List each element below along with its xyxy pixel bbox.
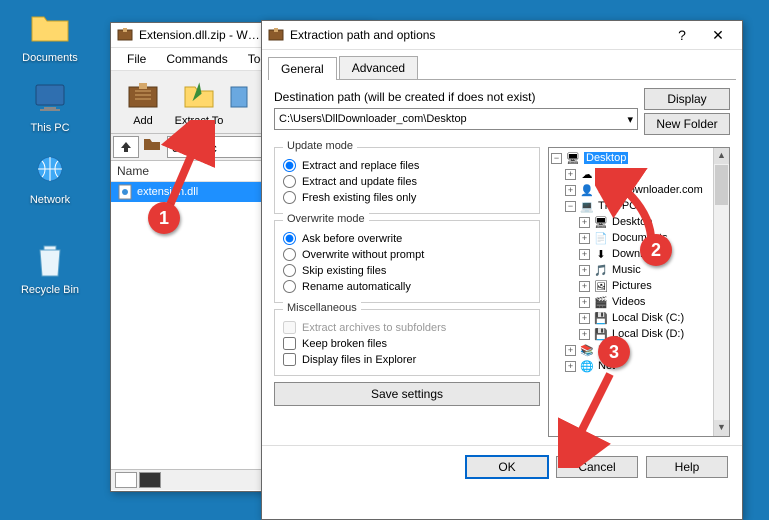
- winrar-icon: [268, 27, 284, 43]
- overwrite-mode-label: Overwrite mode: [283, 213, 369, 225]
- radio-rename-auto[interactable]: Rename automatically: [283, 280, 531, 293]
- add-icon: [125, 77, 161, 113]
- libraries-icon: 📚: [579, 343, 595, 357]
- dll-file-icon: [117, 184, 133, 200]
- radio-extract-replace[interactable]: Extract and replace files: [283, 159, 531, 172]
- desktop-icon-documents[interactable]: Documents: [12, 8, 88, 64]
- folder-icon: [30, 8, 70, 48]
- tree-pc-pictures[interactable]: +🖼Pictures: [551, 278, 727, 294]
- tab-general[interactable]: General: [268, 57, 337, 80]
- desktop-icon: 🖥: [565, 151, 581, 165]
- scroll-thumb[interactable]: [715, 165, 728, 205]
- overwrite-mode-group: Overwrite mode Ask before overwrite Over…: [274, 220, 540, 303]
- scroll-up-icon[interactable]: ▲: [714, 148, 729, 164]
- pictures-icon: 🖼: [593, 279, 609, 293]
- tree-dlldownloader[interactable]: +👤DLL Downloader.com: [551, 182, 727, 198]
- desktop-icon: 🖥: [593, 215, 609, 229]
- documents-icon: 📄: [593, 231, 609, 245]
- network-icon: [30, 150, 70, 190]
- new-folder-button[interactable]: New Folder: [644, 113, 730, 135]
- tree-pc-downloads[interactable]: +⬇Downloads: [551, 246, 727, 262]
- dialog-footer: OK Cancel Help: [262, 445, 742, 488]
- tree-pc-documents[interactable]: +📄Documents: [551, 230, 727, 246]
- desktop-icon-network[interactable]: Network: [12, 150, 88, 206]
- check-extract-subfolders[interactable]: Extract archives to subfolders: [283, 321, 531, 334]
- toolbar-more[interactable]: [227, 75, 251, 129]
- menu-commands[interactable]: Commands: [156, 50, 237, 68]
- misc-group: Miscellaneous Extract archives to subfol…: [274, 309, 540, 376]
- radio-extract-update[interactable]: Extract and update files: [283, 175, 531, 188]
- desktop-icon-thispc[interactable]: This PC: [12, 78, 88, 134]
- download-icon: ⬇: [593, 247, 609, 261]
- tree-pc-diskd[interactable]: +💾Local Disk (D:): [551, 326, 727, 342]
- tree-pc-desktop[interactable]: +🖥Desktop: [551, 214, 727, 230]
- cancel-button[interactable]: Cancel: [556, 456, 638, 478]
- annotation-badge-2: 2: [640, 234, 672, 266]
- misc-label: Miscellaneous: [283, 302, 361, 314]
- extract-icon: [181, 77, 217, 113]
- destination-path-combo[interactable]: C:\Users\DllDownloader_com\Desktop ▾: [274, 108, 638, 130]
- status-icon-2: [139, 472, 161, 488]
- network-icon: 🌐: [579, 359, 595, 373]
- chevron-down-icon: ▾: [627, 113, 633, 126]
- tree-desktop[interactable]: −🖥Desktop: [551, 150, 727, 166]
- radio-fresh-only[interactable]: Fresh existing files only: [283, 191, 531, 204]
- tree-pc-videos[interactable]: +🎬Videos: [551, 294, 727, 310]
- help-icon[interactable]: ?: [664, 25, 700, 45]
- music-icon: 🎵: [593, 263, 609, 277]
- tree-network[interactable]: +🌐Net: [551, 358, 727, 374]
- pc-icon: [30, 78, 70, 118]
- disk-icon: 💾: [593, 311, 609, 325]
- update-mode-group: Update mode Extract and replace files Ex…: [274, 147, 540, 214]
- trash-icon: [30, 240, 70, 280]
- check-keep-broken[interactable]: Keep broken files: [283, 337, 531, 350]
- ok-button[interactable]: OK: [466, 456, 548, 478]
- tree-thispc[interactable]: −💻This PC: [551, 198, 727, 214]
- user-icon: 👤: [579, 183, 595, 197]
- more-icon: [229, 77, 249, 113]
- tree-scrollbar[interactable]: ▲ ▼: [713, 148, 729, 436]
- nav-folder-icon: [143, 136, 163, 158]
- videos-icon: 🎬: [593, 295, 609, 309]
- save-settings-button[interactable]: Save settings: [274, 382, 540, 406]
- toolbar-extract-to[interactable]: Extract To: [171, 75, 227, 129]
- dialog-tabs: General Advanced: [268, 56, 736, 80]
- cloud-icon: ☁: [579, 167, 595, 181]
- menu-file[interactable]: File: [117, 50, 156, 68]
- winrar-icon: [117, 27, 133, 43]
- file-name: extension.dll: [137, 186, 198, 198]
- folder-tree[interactable]: −🖥Desktop +☁OneDr +👤DLL Downloader.com −…: [548, 147, 730, 437]
- tree-libraries[interactable]: +📚Libr: [551, 342, 727, 358]
- check-display-explorer[interactable]: Display files in Explorer: [283, 353, 531, 366]
- desktop-icon-recyclebin[interactable]: Recycle Bin: [12, 240, 88, 296]
- annotation-badge-1: 1: [148, 202, 180, 234]
- tree-onedrive[interactable]: +☁OneDr: [551, 166, 727, 182]
- status-icon-1: [115, 472, 137, 488]
- scroll-down-icon[interactable]: ▼: [714, 420, 729, 436]
- nav-up[interactable]: [113, 136, 139, 158]
- toolbar-add[interactable]: Add: [115, 75, 171, 129]
- tree-pc-diskc[interactable]: +💾Local Disk (C:): [551, 310, 727, 326]
- dialog-title: Extraction path and options: [290, 28, 664, 42]
- pc-icon: 💻: [579, 199, 595, 213]
- update-mode-label: Update mode: [283, 140, 357, 152]
- extraction-dialog: Extraction path and options ? ✕ General …: [261, 20, 743, 520]
- radio-overwrite-noprompt[interactable]: Overwrite without prompt: [283, 248, 531, 261]
- destination-path-text: C:\Users\DllDownloader_com\Desktop: [279, 113, 467, 125]
- tab-advanced[interactable]: Advanced: [339, 56, 418, 79]
- help-button[interactable]: Help: [646, 456, 728, 478]
- radio-skip-existing[interactable]: Skip existing files: [283, 264, 531, 277]
- tree-pc-music[interactable]: +🎵Music: [551, 262, 727, 278]
- close-icon[interactable]: ✕: [700, 25, 736, 45]
- radio-ask-overwrite[interactable]: Ask before overwrite: [283, 232, 531, 245]
- annotation-badge-3: 3: [598, 336, 630, 368]
- display-button[interactable]: Display: [644, 88, 730, 110]
- dialog-titlebar[interactable]: Extraction path and options ? ✕: [262, 21, 742, 50]
